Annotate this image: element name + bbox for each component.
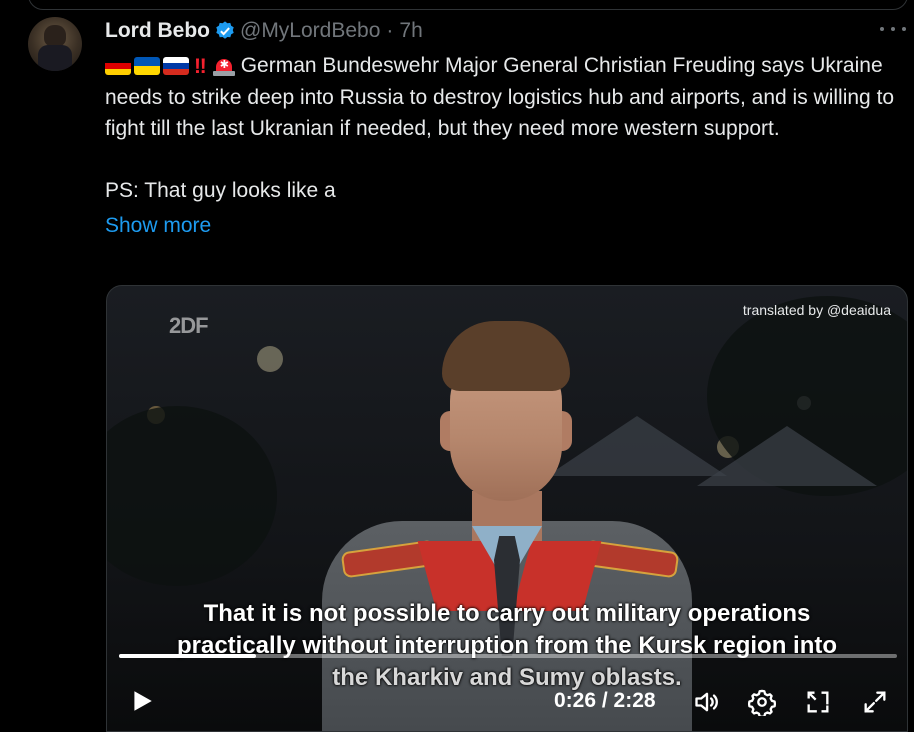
more-options-icon[interactable] <box>880 20 906 38</box>
zdf-watermark-logo: 2DF <box>169 313 209 338</box>
subtitle-line: That it is not possible to carry out mil… <box>203 600 811 627</box>
tweet-header: Lord Bebo @MyLordBebo · 7h <box>105 18 423 44</box>
ukraine-flag-icon <box>134 57 160 75</box>
video-time: 0:26 / 2:28 <box>554 689 656 712</box>
double-exclamation-icon: ‼ <box>194 54 207 78</box>
tweet-text: ‼ ✱ German Bundeswehr Major General Chri… <box>105 50 905 241</box>
settings-gear-icon[interactable] <box>748 688 776 716</box>
video-controls: 0:26 / 2:28 <box>107 676 907 726</box>
emoji-row: ‼ ✱ <box>105 51 241 82</box>
police-siren-icon: ✱ <box>211 55 237 77</box>
show-more-link[interactable]: Show more <box>105 210 905 241</box>
author-handle[interactable]: @MyLordBebo <box>240 19 380 43</box>
previous-tweet-card <box>28 0 908 10</box>
author-name[interactable]: Lord Bebo <box>105 19 210 43</box>
picture-in-picture-icon[interactable] <box>804 688 832 716</box>
fullscreen-icon[interactable] <box>861 688 889 716</box>
play-icon[interactable] <box>129 688 155 714</box>
tweet-time[interactable]: 7h <box>399 19 422 43</box>
video-player[interactable]: 2DF translated by @deaidua That it is no… <box>106 285 908 732</box>
video-progress-fill <box>119 654 256 658</box>
video-progress-bar[interactable] <box>119 654 897 658</box>
volume-icon[interactable] <box>693 688 721 716</box>
separator-dot: · <box>386 19 394 42</box>
german-flag-icon <box>105 57 131 75</box>
tweet-ps: PS: That guy looks like a <box>105 178 336 202</box>
verified-badge-icon <box>216 21 234 39</box>
russia-flag-icon <box>163 57 189 75</box>
avatar[interactable] <box>28 17 82 71</box>
translated-by-label: translated by @deaidua <box>742 302 891 318</box>
